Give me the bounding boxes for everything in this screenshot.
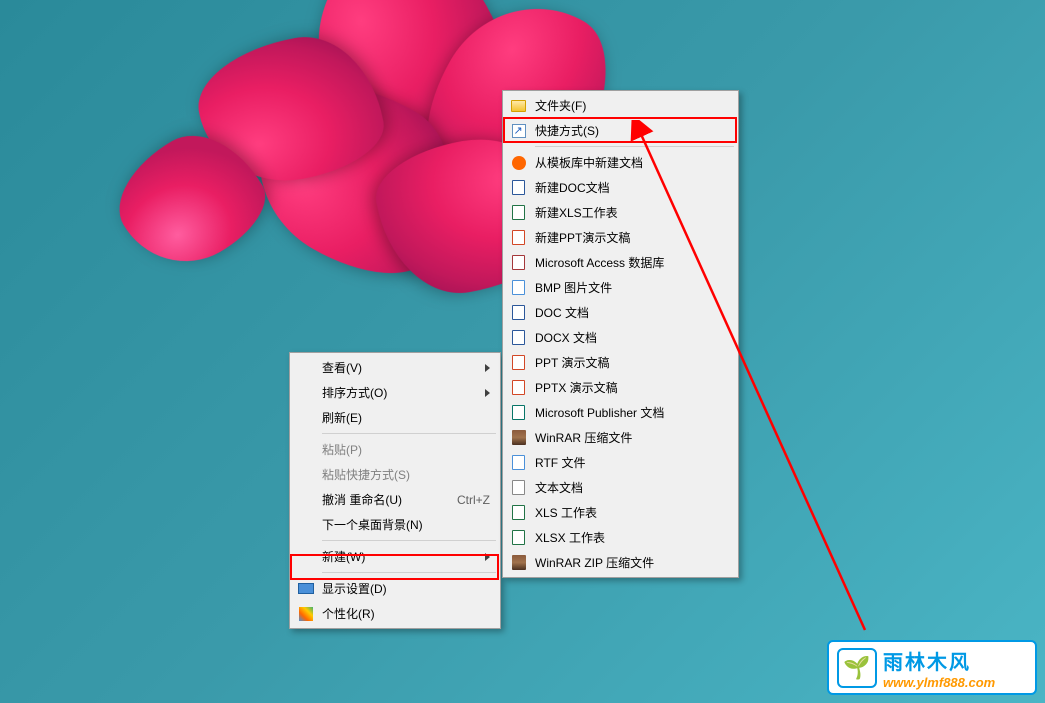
new-publisher-label: Microsoft Publisher 文档 — [535, 404, 732, 421]
xlsx-icon — [510, 529, 527, 546]
new-doc[interactable]: 新建DOC文档 — [505, 175, 736, 200]
ppt-icon — [510, 229, 527, 246]
new-ppt-label: 新建PPT演示文稿 — [535, 229, 732, 246]
new-winrar-label: WinRAR 压缩文件 — [535, 429, 732, 446]
personalize-icon — [297, 605, 314, 622]
new-template[interactable]: 从模板库中新建文档 — [505, 150, 736, 175]
docx-icon — [510, 329, 527, 346]
menu-sort-label: 排序方式(O) — [322, 384, 485, 401]
menu-undo-label: 撤消 重命名(U) — [322, 491, 457, 508]
menu-display-label: 显示设置(D) — [322, 580, 494, 597]
new-bmp-label: BMP 图片文件 — [535, 279, 732, 296]
zip-icon — [510, 554, 527, 571]
doc-icon — [510, 304, 527, 321]
new-winrar[interactable]: WinRAR 压缩文件 — [505, 425, 736, 450]
new-xls2[interactable]: XLS 工作表 — [505, 500, 736, 525]
menu-new[interactable]: 新建(W) — [292, 544, 498, 569]
new-access-label: Microsoft Access 数据库 — [535, 254, 732, 271]
new-xlsx[interactable]: XLSX 工作表 — [505, 525, 736, 550]
watermark-url: www.ylmf888.com — [883, 675, 995, 690]
new-txt[interactable]: 文本文档 — [505, 475, 736, 500]
doc-icon — [510, 179, 527, 196]
rtf-icon — [510, 454, 527, 471]
menu-personalize-label: 个性化(R) — [322, 605, 494, 622]
separator — [535, 146, 734, 147]
new-folder-label: 文件夹(F) — [535, 97, 732, 114]
shortcut-icon — [510, 122, 527, 139]
template-icon — [510, 154, 527, 171]
txt-icon — [510, 479, 527, 496]
menu-sort[interactable]: 排序方式(O) — [292, 380, 498, 405]
new-zip-label: WinRAR ZIP 压缩文件 — [535, 554, 732, 571]
folder-icon — [510, 97, 527, 114]
separator — [322, 572, 496, 573]
new-pptx[interactable]: PPTX 演示文稿 — [505, 375, 736, 400]
menu-next-background[interactable]: 下一个桌面背景(N) — [292, 512, 498, 537]
xls-icon — [510, 504, 527, 521]
new-rtf[interactable]: RTF 文件 — [505, 450, 736, 475]
watermark: 🌱 雨林木风 www.ylmf888.com — [827, 640, 1037, 695]
new-bmp[interactable]: BMP 图片文件 — [505, 275, 736, 300]
new-rtf-label: RTF 文件 — [535, 454, 732, 471]
watermark-logo-icon: 🌱 — [837, 648, 877, 688]
new-folder[interactable]: 文件夹(F) — [505, 93, 736, 118]
new-xls2-label: XLS 工作表 — [535, 504, 732, 521]
menu-view-label: 查看(V) — [322, 359, 485, 376]
menu-personalize[interactable]: 个性化(R) — [292, 601, 498, 626]
new-xls-label: 新建XLS工作表 — [535, 204, 732, 221]
menu-view[interactable]: 查看(V) — [292, 355, 498, 380]
separator — [322, 540, 496, 541]
menu-nextbg-label: 下一个桌面背景(N) — [322, 516, 494, 533]
new-xlsx-label: XLSX 工作表 — [535, 529, 732, 546]
menu-paste: 粘贴(P) — [292, 437, 498, 462]
new-shortcut-label: 快捷方式(S) — [535, 122, 732, 139]
separator — [322, 433, 496, 434]
menu-refresh[interactable]: 刷新(E) — [292, 405, 498, 430]
ppt-icon — [510, 354, 527, 371]
new-doc-label: 新建DOC文档 — [535, 179, 732, 196]
new-txt-label: 文本文档 — [535, 479, 732, 496]
menu-new-label: 新建(W) — [322, 548, 485, 565]
watermark-title: 雨林木风 — [883, 646, 995, 675]
publisher-icon — [510, 404, 527, 421]
rar-icon — [510, 429, 527, 446]
new-docx-label: DOCX 文档 — [535, 329, 732, 346]
chevron-right-icon — [485, 389, 490, 397]
menu-paste-shortcut-label: 粘贴快捷方式(S) — [322, 466, 494, 483]
new-access[interactable]: Microsoft Access 数据库 — [505, 250, 736, 275]
new-doc2[interactable]: DOC 文档 — [505, 300, 736, 325]
new-ppt2[interactable]: PPT 演示文稿 — [505, 350, 736, 375]
display-icon — [297, 580, 314, 597]
bmp-icon — [510, 279, 527, 296]
new-publisher[interactable]: Microsoft Publisher 文档 — [505, 400, 736, 425]
new-doc2-label: DOC 文档 — [535, 304, 732, 321]
xls-icon — [510, 204, 527, 221]
new-pptx-label: PPTX 演示文稿 — [535, 379, 732, 396]
new-submenu: 文件夹(F) 快捷方式(S) 从模板库中新建文档 新建DOC文档 新建XLS工作… — [502, 90, 739, 578]
menu-display-settings[interactable]: 显示设置(D) — [292, 576, 498, 601]
menu-refresh-label: 刷新(E) — [322, 409, 494, 426]
chevron-right-icon — [485, 364, 490, 372]
new-zip[interactable]: WinRAR ZIP 压缩文件 — [505, 550, 736, 575]
menu-paste-label: 粘贴(P) — [322, 441, 494, 458]
new-shortcut[interactable]: 快捷方式(S) — [505, 118, 736, 143]
new-xls[interactable]: 新建XLS工作表 — [505, 200, 736, 225]
menu-paste-shortcut: 粘贴快捷方式(S) — [292, 462, 498, 487]
chevron-right-icon — [485, 553, 490, 561]
new-ppt[interactable]: 新建PPT演示文稿 — [505, 225, 736, 250]
access-icon — [510, 254, 527, 271]
pptx-icon — [510, 379, 527, 396]
menu-undo[interactable]: 撤消 重命名(U) Ctrl+Z — [292, 487, 498, 512]
new-template-label: 从模板库中新建文档 — [535, 154, 732, 171]
menu-undo-shortcut: Ctrl+Z — [457, 493, 490, 507]
new-docx[interactable]: DOCX 文档 — [505, 325, 736, 350]
desktop-context-menu: 查看(V) 排序方式(O) 刷新(E) 粘贴(P) 粘贴快捷方式(S) 撤消 重… — [289, 352, 501, 629]
new-ppt2-label: PPT 演示文稿 — [535, 354, 732, 371]
